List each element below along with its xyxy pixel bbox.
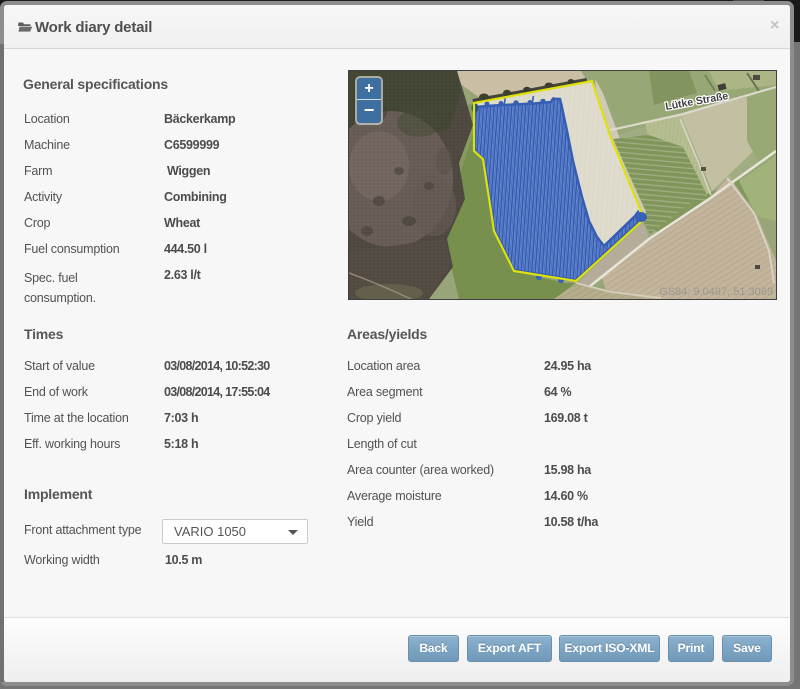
- svg-text:GS84: 9.0497, 51.3069: GS84: 9.0497, 51.3069: [659, 286, 773, 298]
